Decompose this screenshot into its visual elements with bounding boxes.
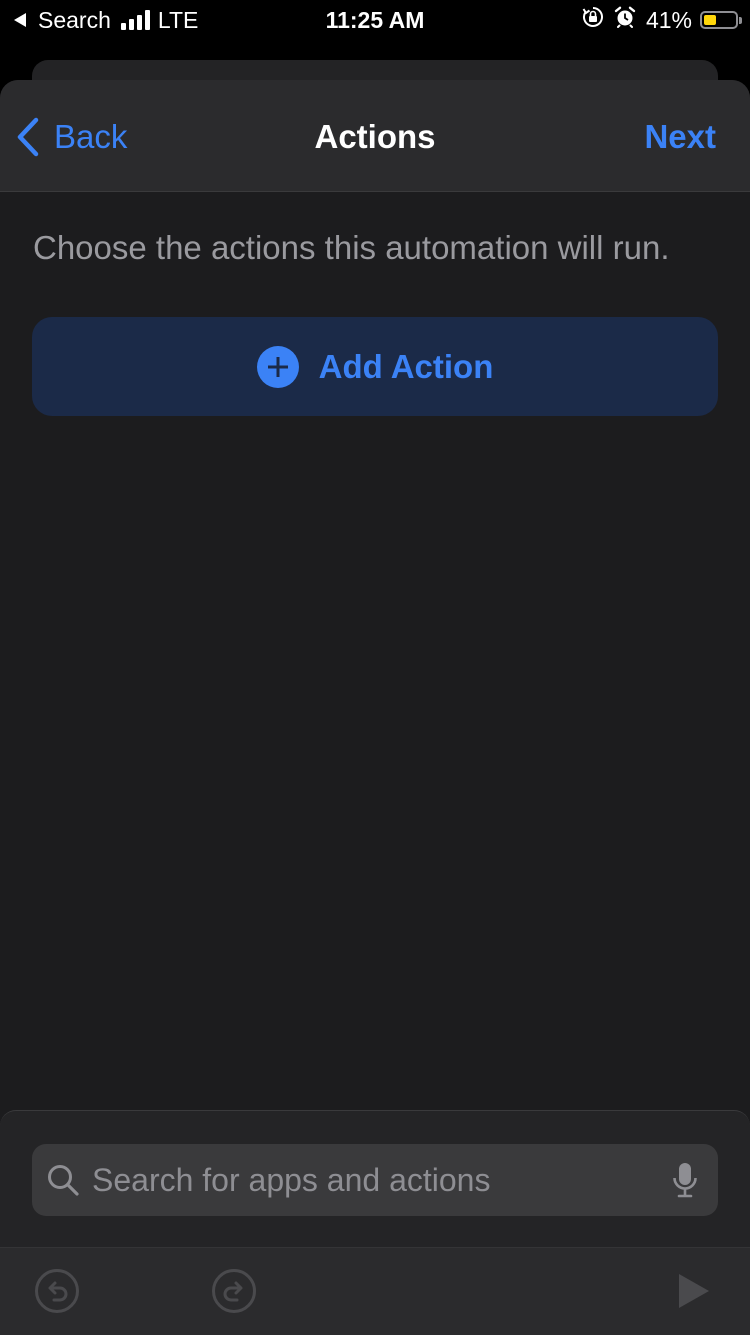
- back-button-label: Back: [54, 118, 128, 155]
- battery-level: [704, 15, 716, 25]
- alarm-icon: [614, 6, 636, 34]
- play-icon: [679, 1274, 709, 1308]
- undo-icon: [35, 1269, 79, 1313]
- run-button[interactable]: [670, 1268, 716, 1314]
- add-action-label: Add Action: [318, 347, 494, 385]
- status-bar: Search LTE 11:25 AM 41%: [0, 0, 750, 40]
- editor-toolbar: [0, 1247, 750, 1335]
- redo-button[interactable]: [211, 1268, 257, 1314]
- plus-circle-icon: [256, 345, 299, 388]
- actions-description: Choose the actions this automation will …: [33, 229, 670, 266]
- chevron-left-icon: [17, 117, 39, 157]
- undo-button[interactable]: [34, 1268, 80, 1314]
- navigation-bar: Back Actions Next: [0, 80, 750, 192]
- search-field[interactable]: [32, 1144, 718, 1216]
- next-button[interactable]: Next: [644, 116, 716, 158]
- action-search-panel: [0, 1110, 750, 1335]
- redo-icon: [212, 1269, 256, 1313]
- orientation-lock-icon: [582, 6, 604, 34]
- search-input[interactable]: [92, 1161, 672, 1199]
- back-button[interactable]: Back: [16, 116, 127, 158]
- add-action-button[interactable]: Add Action: [32, 317, 718, 416]
- status-right: 41%: [582, 6, 742, 34]
- battery-icon: [700, 11, 742, 29]
- battery-percent: 41%: [645, 6, 692, 33]
- microphone-icon[interactable]: [672, 1161, 698, 1199]
- search-icon: [46, 1163, 80, 1197]
